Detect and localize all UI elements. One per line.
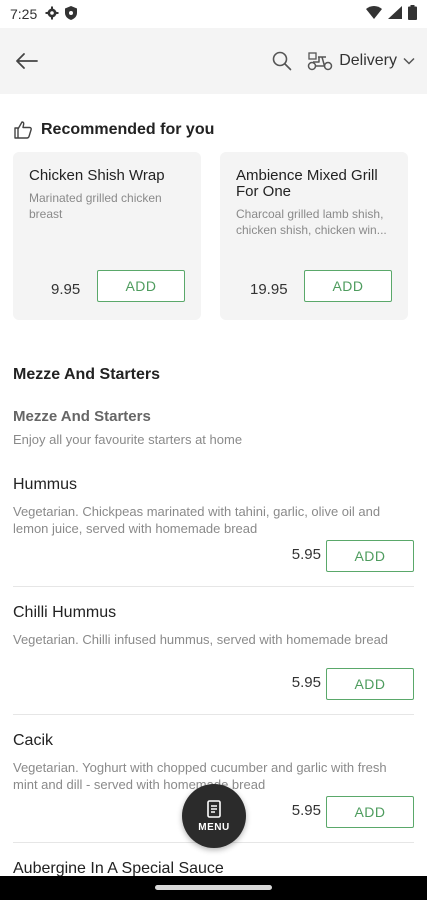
menu-fab-button[interactable]: MENU — [182, 784, 246, 848]
recommended-card-description: Charcoal grilled lamb shish, chicken shi… — [236, 207, 387, 237]
add-button[interactable]: ADD — [326, 540, 414, 572]
recommended-card-name: Chicken Shish Wrap — [29, 167, 165, 184]
menu-item-price: 5.95 — [291, 546, 321, 563]
menu-item[interactable]: Aubergine In A Special Sauce — [13, 860, 414, 876]
add-button[interactable]: ADD — [304, 270, 392, 302]
menu-item-description: Vegetarian. Chickpeas marinated with tah… — [13, 504, 381, 536]
menu-item-description: Vegetarian. Chilli infused hummus, serve… — [13, 632, 389, 647]
recommended-card-description: Marinated grilled chicken breast — [29, 191, 162, 221]
status-time: 7:25 — [10, 6, 38, 22]
add-button[interactable]: ADD — [326, 668, 414, 700]
divider — [13, 586, 414, 587]
menu-item[interactable]: Chilli Hummus Vegetarian. Chilli infused… — [13, 604, 414, 714]
subsection-description: Enjoy all your favourite starters at hom… — [13, 432, 243, 447]
system-navigation-bar — [0, 876, 427, 900]
menu-item-name: Aubergine In A Special Sauce — [13, 860, 224, 876]
menu-document-icon — [207, 799, 221, 818]
search-icon — [272, 51, 292, 71]
battery-icon — [408, 5, 417, 23]
recommended-card-name: Ambience Mixed Grill For One — [236, 167, 378, 200]
thumbs-up-icon — [14, 121, 32, 139]
back-button[interactable] — [12, 46, 42, 76]
recommended-title: Recommended for you — [41, 121, 215, 138]
add-button[interactable]: ADD — [326, 796, 414, 828]
menu-item[interactable]: Hummus Vegetarian. Chickpeas marinated w… — [13, 476, 414, 586]
menu-content[interactable]: Recommended for you Chicken Shish Wrap M… — [0, 94, 427, 876]
menu-item-name: Hummus — [13, 476, 78, 493]
recommended-card[interactable]: Ambience Mixed Grill For One Charcoal gr… — [220, 152, 408, 320]
menu-item-name: Cacik — [13, 732, 54, 749]
shield-icon — [65, 5, 78, 23]
subsection-title: Mezze And Starters — [13, 408, 151, 425]
wifi-icon — [366, 6, 382, 22]
top-app-bar: Delivery — [0, 28, 427, 94]
divider — [13, 714, 414, 715]
menu-item-name: Chilli Hummus — [13, 604, 117, 621]
recommended-card-price: 19.95 — [250, 281, 288, 298]
chevron-down-icon — [403, 57, 415, 65]
back-arrow-icon — [16, 53, 38, 69]
recommended-card-price: 9.95 — [51, 281, 81, 298]
cellular-signal-icon — [388, 6, 402, 22]
delivery-mode-selector[interactable]: Delivery — [307, 46, 415, 76]
recommended-header: Recommended for you — [13, 120, 214, 140]
menu-item-price: 5.95 — [291, 802, 321, 819]
section-title: Mezze And Starters — [13, 366, 160, 383]
home-gesture-handle[interactable] — [155, 885, 272, 890]
status-bar: 7:25 — [0, 0, 427, 28]
settings-gear-icon — [45, 6, 59, 23]
search-button[interactable] — [267, 46, 297, 76]
delivery-scooter-icon — [307, 52, 333, 71]
delivery-mode-label: Delivery — [339, 52, 397, 69]
add-button[interactable]: ADD — [97, 270, 185, 302]
menu-fab-label: MENU — [198, 821, 230, 833]
recommended-card[interactable]: Chicken Shish Wrap Marinated grilled chi… — [13, 152, 201, 320]
menu-item-price: 5.95 — [291, 674, 321, 691]
